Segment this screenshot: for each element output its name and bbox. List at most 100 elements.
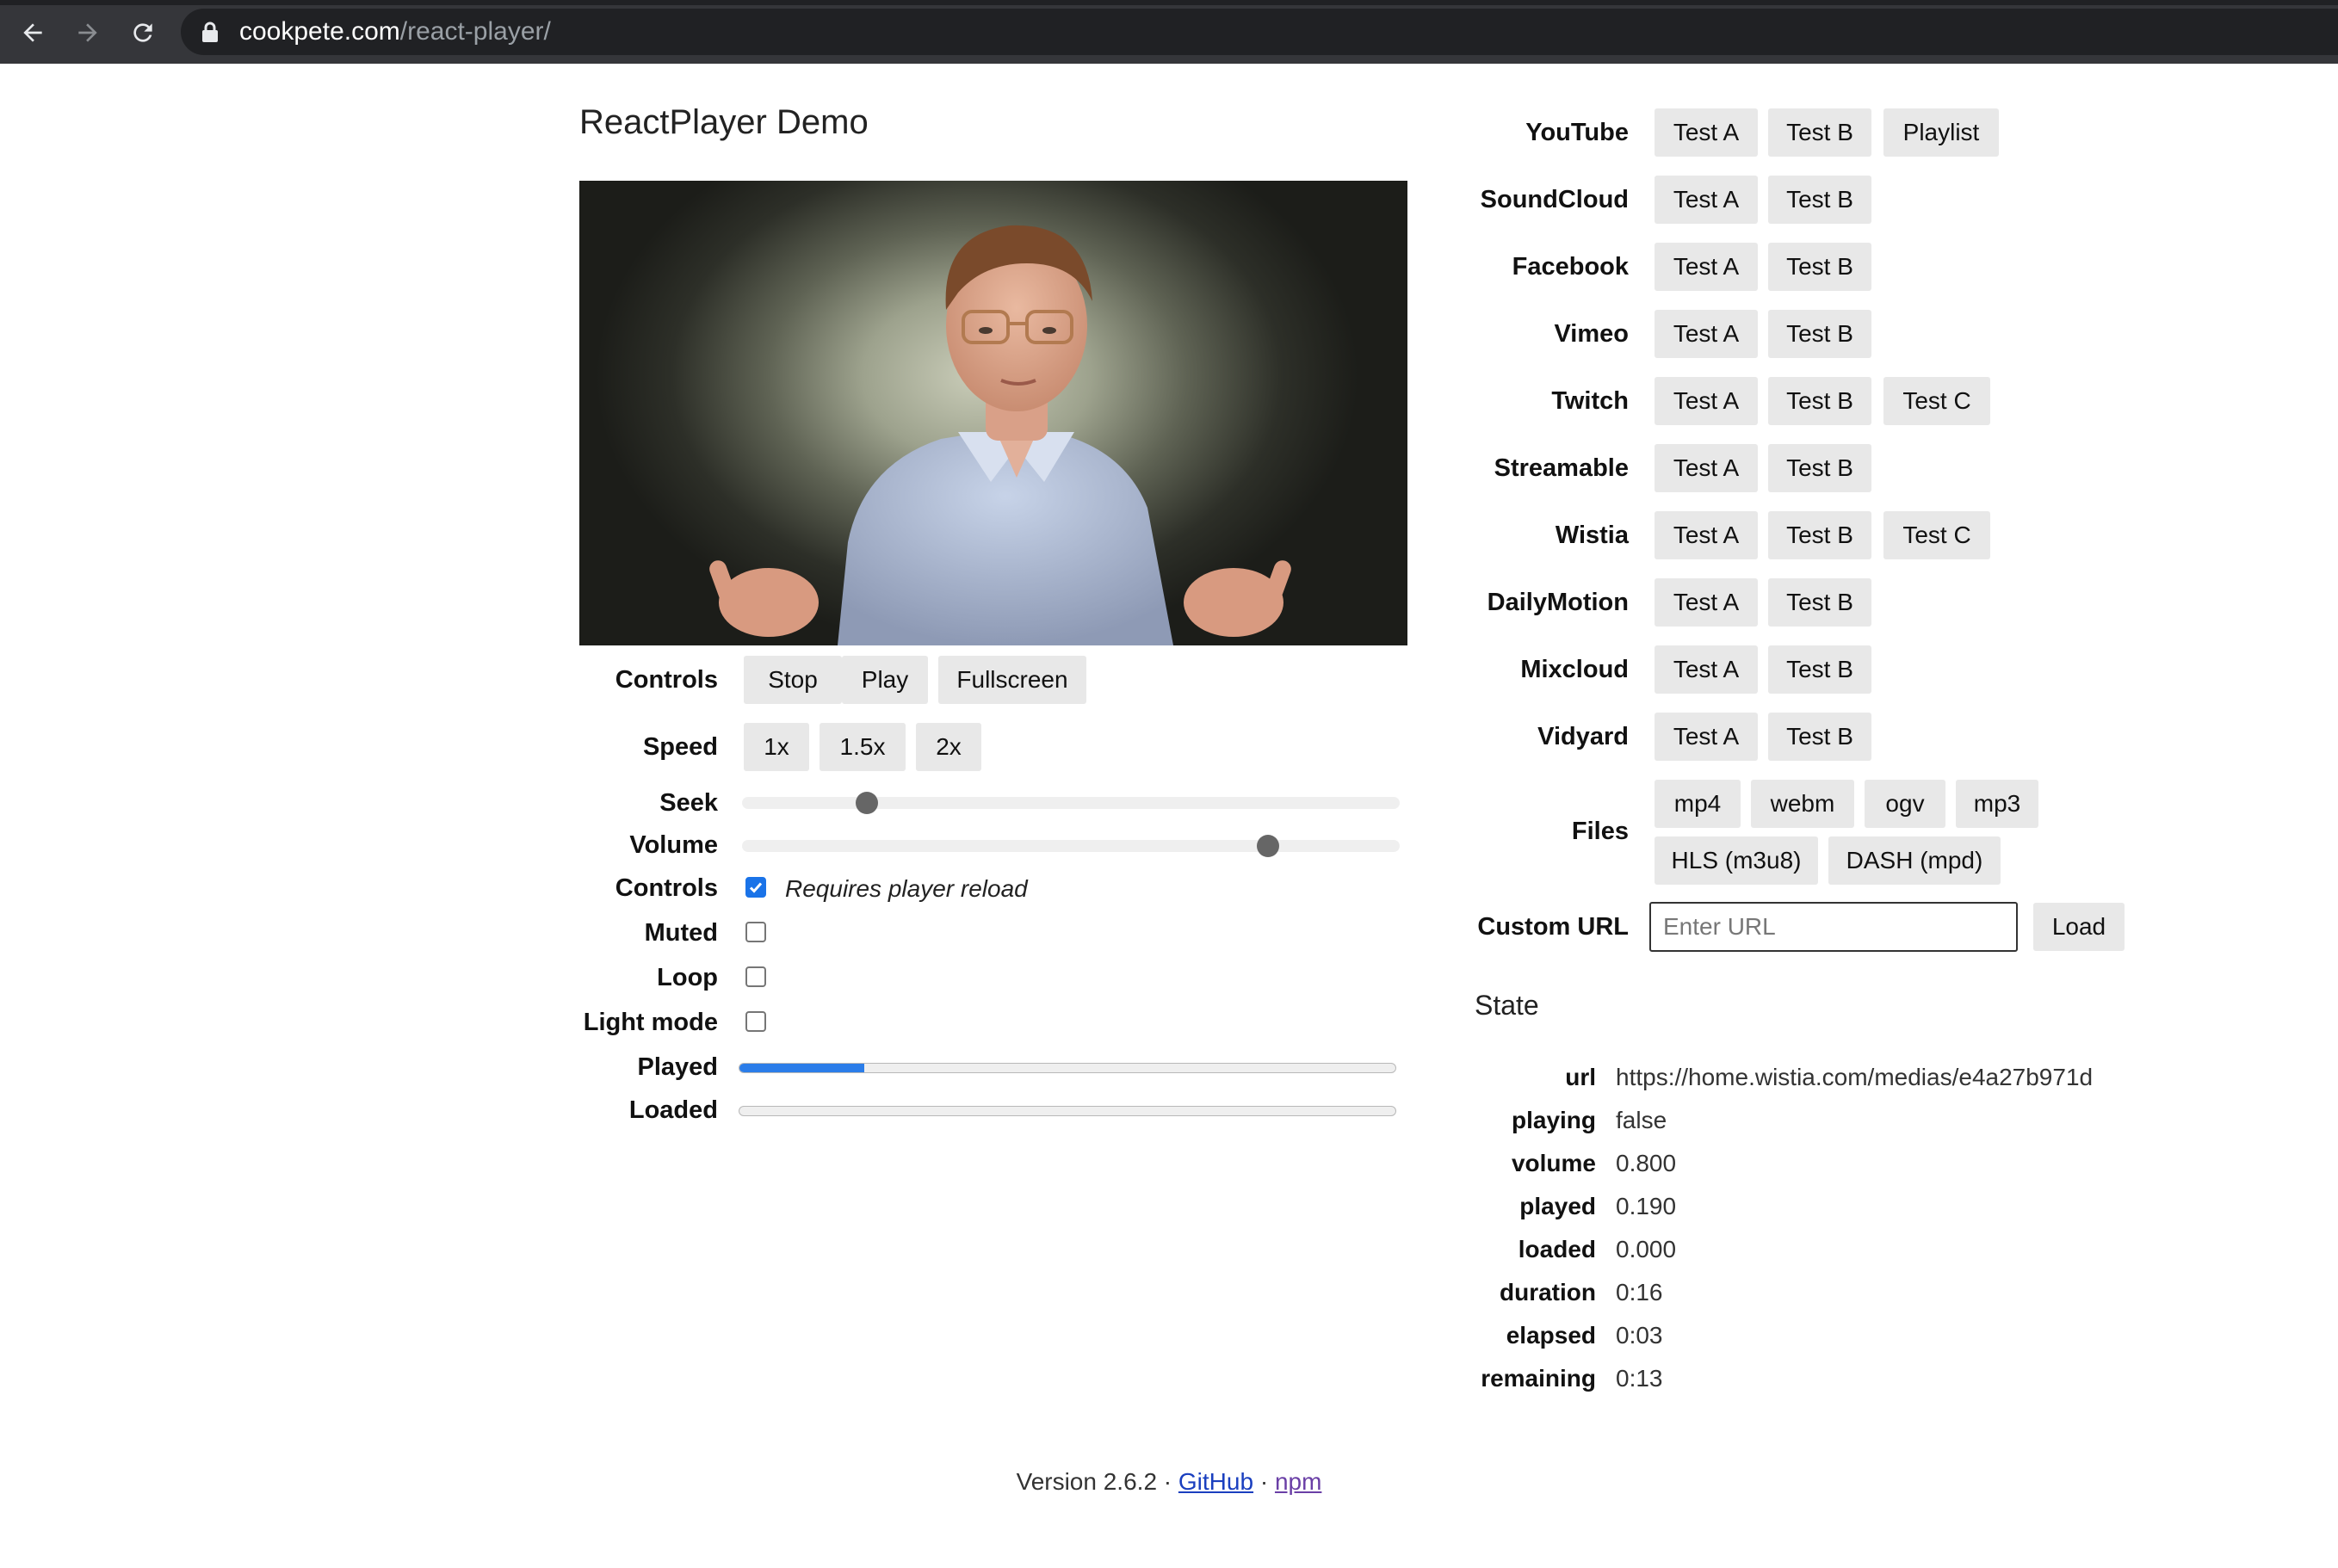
state-played-key: played [1519, 1193, 1596, 1219]
streamable-label: Streamable [1494, 454, 1629, 482]
twitch-label: Twitch [1551, 387, 1629, 415]
back-icon[interactable] [14, 14, 52, 52]
light-mode-label: Light mode [583, 1009, 718, 1036]
video-frame-image [709, 225, 1291, 645]
streamable-test-a-button[interactable]: Test A [1655, 444, 1758, 492]
facebook-label: Facebook [1512, 253, 1629, 281]
wistia-test-a-button[interactable]: Test A [1655, 511, 1758, 559]
state-url-value: https://home.wistia.com/medias/e4a27b971… [1616, 1064, 2094, 1090]
url-text: cookpete.com/react-player/ [239, 16, 551, 47]
played-label: Played [637, 1053, 719, 1081]
controls-label: Controls [615, 666, 718, 694]
vidyard-test-b-button[interactable]: Test B [1768, 713, 1871, 761]
youtube-label: YouTube [1525, 119, 1629, 146]
soundcloud-label: SoundCloud [1480, 186, 1629, 213]
browser-toolbar: cookpete.com/react-player/ [0, 0, 2338, 64]
footer: Version 2.6.2 · GitHub · npm [0, 1468, 2338, 1496]
youtube-test-b-button[interactable]: Test B [1768, 108, 1871, 157]
volume-slider-thumb[interactable] [1257, 835, 1280, 857]
soundcloud-test-b-button[interactable]: Test B [1768, 176, 1871, 224]
vimeo-test-b-button[interactable]: Test B [1768, 310, 1871, 358]
file-dash-button[interactable]: DASH (mpd) [1828, 836, 2001, 885]
state-playing-value: false [1616, 1107, 1667, 1133]
page-title: ReactPlayer Demo [579, 103, 869, 141]
soundcloud-test-a-button[interactable]: Test A [1655, 176, 1758, 224]
url-host: cookpete.com [239, 17, 400, 46]
state-played-value: 0.190 [1616, 1193, 1677, 1219]
state-remaining-value: 0:13 [1616, 1365, 1663, 1392]
vimeo-test-a-button[interactable]: Test A [1655, 310, 1758, 358]
state-loaded-value: 0.000 [1616, 1236, 1677, 1262]
vidyard-test-a-button[interactable]: Test A [1655, 713, 1758, 761]
footer-separator: · [1259, 1468, 1269, 1495]
address-bar[interactable]: cookpete.com/react-player/ [181, 9, 2338, 55]
github-link[interactable]: GitHub [1178, 1468, 1253, 1495]
vimeo-label: Vimeo [1554, 320, 1629, 348]
state-duration-key: duration [1500, 1279, 1596, 1306]
wistia-test-b-button[interactable]: Test B [1768, 511, 1871, 559]
file-ogv-button[interactable]: ogv [1865, 780, 1945, 828]
mixcloud-test-a-button[interactable]: Test A [1655, 645, 1758, 694]
state-url-key: url [1565, 1064, 1596, 1090]
video-player[interactable] [579, 181, 1407, 645]
forward-icon[interactable] [69, 14, 107, 52]
twitch-test-b-button[interactable]: Test B [1768, 377, 1871, 425]
played-progress [739, 1063, 1396, 1073]
muted-checkbox[interactable] [745, 922, 766, 942]
speed-2x-button[interactable]: 2x [916, 723, 981, 771]
file-mp3-button[interactable]: mp3 [1956, 780, 2038, 828]
url-path: /react-player/ [399, 17, 551, 46]
fullscreen-button[interactable]: Fullscreen [938, 656, 1086, 704]
lock-icon [202, 22, 218, 42]
state-heading: State [1475, 990, 1539, 1021]
loop-label: Loop [657, 964, 718, 991]
controls-note: Requires player reload [785, 875, 1028, 902]
mixcloud-label: Mixcloud [1520, 656, 1629, 683]
dailymotion-test-b-button[interactable]: Test B [1768, 578, 1871, 627]
loaded-progress [739, 1106, 1396, 1116]
npm-link[interactable]: npm [1275, 1468, 1321, 1495]
facebook-test-a-button[interactable]: Test A [1655, 243, 1758, 291]
light-mode-checkbox[interactable] [745, 1011, 766, 1032]
load-button[interactable]: Load [2033, 903, 2125, 951]
streamable-test-b-button[interactable]: Test B [1768, 444, 1871, 492]
played-progress-fill [739, 1064, 864, 1072]
youtube-test-a-button[interactable]: Test A [1655, 108, 1758, 157]
seek-slider[interactable] [742, 792, 1400, 814]
tab-strip-edge [0, 0, 2338, 5]
state-playing-key: playing [1511, 1107, 1596, 1133]
dailymotion-test-a-button[interactable]: Test A [1655, 578, 1758, 627]
state-duration-value: 0:16 [1616, 1279, 1663, 1306]
play-button[interactable]: Play [842, 656, 928, 704]
speed-1x-button[interactable]: 1x [744, 723, 809, 771]
twitch-test-c-button[interactable]: Test C [1883, 377, 1990, 425]
volume-slider[interactable] [742, 835, 1400, 857]
youtube-playlist-button[interactable]: Playlist [1883, 108, 1999, 157]
files-label: Files [1571, 818, 1629, 845]
reload-icon[interactable] [124, 14, 162, 52]
mixcloud-test-b-button[interactable]: Test B [1768, 645, 1871, 694]
facebook-test-b-button[interactable]: Test B [1768, 243, 1871, 291]
dailymotion-label: DailyMotion [1487, 589, 1629, 616]
custom-url-label: Custom URL [1477, 913, 1629, 941]
state-elapsed-value: 0:03 [1616, 1322, 1663, 1349]
stop-button[interactable]: Stop [744, 656, 842, 704]
seek-label: Seek [659, 789, 718, 817]
seek-slider-thumb[interactable] [856, 792, 879, 814]
wistia-test-c-button[interactable]: Test C [1883, 511, 1990, 559]
footer-separator: · [1163, 1468, 1172, 1495]
wistia-label: Wistia [1555, 522, 1629, 549]
custom-url-input[interactable] [1649, 902, 2018, 952]
twitch-test-a-button[interactable]: Test A [1655, 377, 1758, 425]
file-hls-button[interactable]: HLS (m3u8) [1655, 836, 1818, 885]
speed-1-5x-button[interactable]: 1.5x [820, 723, 906, 771]
file-mp4-button[interactable]: mp4 [1655, 780, 1741, 828]
muted-label: Muted [644, 919, 718, 947]
loaded-label: Loaded [628, 1096, 718, 1124]
file-webm-button[interactable]: webm [1751, 780, 1854, 828]
state-remaining-key: remaining [1481, 1365, 1596, 1392]
loop-checkbox[interactable] [745, 966, 766, 987]
controls-checkbox[interactable] [745, 877, 766, 898]
speed-label: Speed [642, 733, 718, 761]
state-volume-value: 0.800 [1616, 1150, 1677, 1176]
